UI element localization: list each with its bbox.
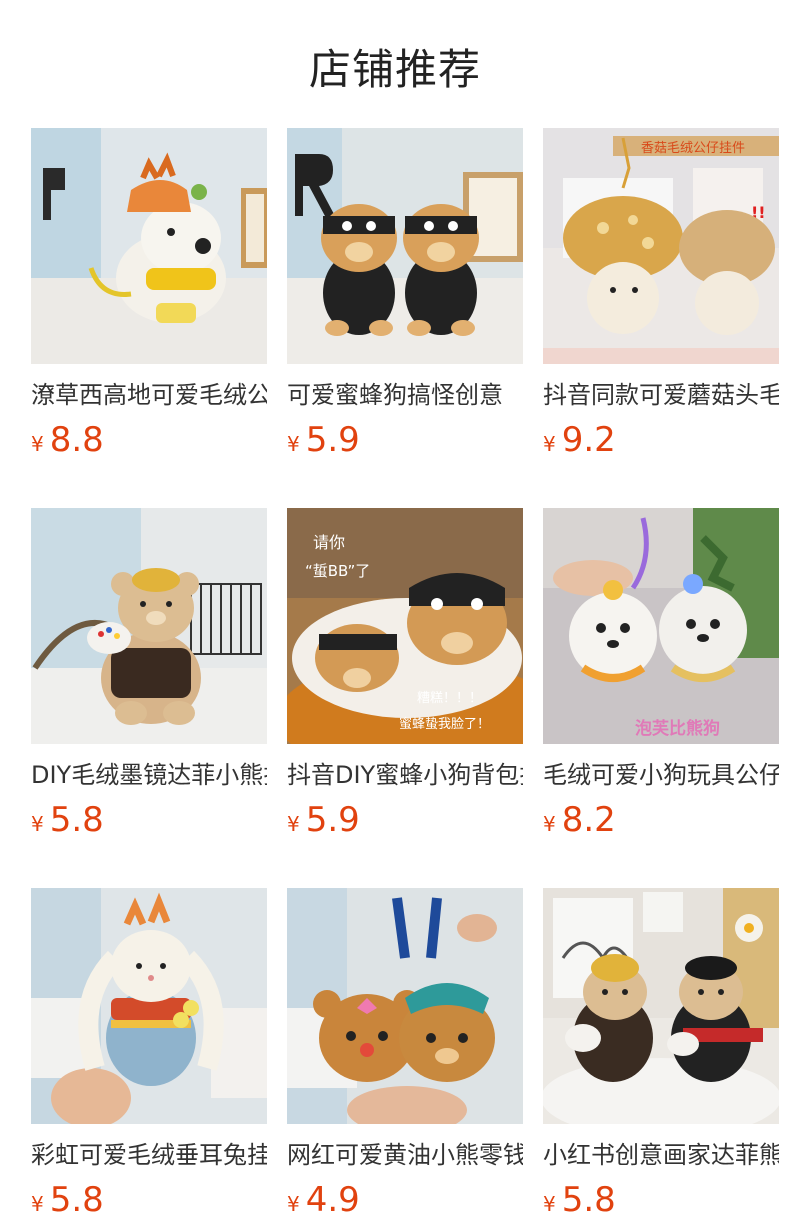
section-title: 店铺推荐	[308, 45, 481, 94]
product-card[interactable]: 香菇毛绒公仔挂件 !! 抖音同款可爱蘑菇头毛绒公仔挂件 ¥9.2	[543, 128, 779, 460]
product-image[interactable]: 请你 “蜇BB”了 糟糕！！！ 蜜蜂蛰我脸了！	[287, 508, 523, 744]
white-puppy-image: 泡芙比熊狗	[543, 508, 779, 744]
image-caption: 香菇毛绒公仔挂件	[641, 141, 745, 156]
currency-symbol: ¥	[543, 1192, 556, 1216]
product-image[interactable]: 泡芙比熊狗	[543, 508, 779, 744]
price-value: 4.9	[305, 1180, 360, 1220]
currency-symbol: ¥	[31, 432, 44, 456]
product-name[interactable]: 抖音DIY蜜蜂小狗背包挂件	[287, 760, 523, 790]
price-value: 5.8	[49, 1180, 104, 1220]
price-value: 9.2	[561, 420, 616, 460]
currency-symbol: ¥	[287, 812, 300, 836]
price-value: 5.8	[561, 1180, 616, 1220]
painter-duffy-pair-image	[543, 888, 779, 1124]
image-caption: 蜜蜂蛰我脸了！	[399, 717, 490, 732]
rainbow-bunny-image	[31, 888, 267, 1124]
westie-plush-image	[31, 128, 267, 364]
price-value: 8.8	[49, 420, 104, 460]
product-name[interactable]: 抖音同款可爱蘑菇头毛绒公仔挂件	[543, 380, 779, 410]
product-name[interactable]: 潦草西高地可爱毛绒公仔挂件	[31, 380, 267, 410]
duffy-painter-bear-image	[31, 508, 267, 744]
butter-bear-purse-image	[287, 888, 523, 1124]
product-price: ¥8.8	[31, 420, 267, 460]
product-name[interactable]: 毛绒可爱小狗玩具公仔挂件	[543, 760, 779, 790]
product-image[interactable]: 香菇毛绒公仔挂件 !!	[543, 128, 779, 364]
product-grid: 潦草西高地可爱毛绒公仔挂件 ¥8.8	[31, 128, 781, 1220]
currency-symbol: ¥	[287, 1192, 300, 1216]
product-price: ¥5.9	[287, 800, 523, 840]
product-image[interactable]	[543, 888, 779, 1124]
image-caption: 糟糕！！！	[417, 691, 482, 706]
currency-symbol: ¥	[31, 1192, 44, 1216]
price-value: 8.2	[561, 800, 616, 840]
product-price: ¥4.9	[287, 1180, 523, 1220]
product-price: ¥5.8	[31, 1180, 267, 1220]
product-name[interactable]: DIY毛绒墨镜达菲小熊挂件	[31, 760, 267, 790]
currency-symbol: ¥	[543, 812, 556, 836]
price-value: 5.9	[305, 800, 360, 840]
product-name[interactable]: 小红书创意画家达菲熊挂件	[543, 1140, 779, 1170]
currency-symbol: ¥	[287, 432, 300, 456]
product-price: ¥9.2	[543, 420, 779, 460]
product-name[interactable]: 彩虹可爱毛绒垂耳兔挂件	[31, 1140, 267, 1170]
bee-dog-pair-image	[287, 128, 523, 364]
image-caption: 泡芙比熊狗	[635, 718, 720, 739]
product-image[interactable]	[287, 128, 523, 364]
product-price: ¥5.8	[543, 1180, 779, 1220]
currency-symbol: ¥	[543, 432, 556, 456]
product-card[interactable]: DIY毛绒墨镜达菲小熊挂件 ¥5.8	[31, 508, 267, 840]
product-price: ¥8.2	[543, 800, 779, 840]
product-card[interactable]: 小红书创意画家达菲熊挂件 ¥5.8	[543, 888, 779, 1220]
price-value: 5.8	[49, 800, 104, 840]
product-price: ¥5.8	[31, 800, 267, 840]
mushroom-plush-image: 香菇毛绒公仔挂件 !!	[543, 128, 779, 364]
price-value: 5.9	[305, 420, 360, 460]
currency-symbol: ¥	[31, 812, 44, 836]
image-caption: 请你	[313, 533, 345, 552]
bee-dog-table-image: 请你 “蜇BB”了 糟糕！！！ 蜜蜂蛰我脸了！	[287, 508, 523, 744]
product-card[interactable]: 请你 “蜇BB”了 糟糕！！！ 蜜蜂蛰我脸了！ 抖音DIY蜜蜂小狗背包挂件 ¥5…	[287, 508, 523, 840]
image-caption: “蜇BB”了	[305, 562, 370, 580]
product-image[interactable]	[287, 888, 523, 1124]
product-price: ¥5.9	[287, 420, 523, 460]
product-card[interactable]: 可爱蜜蜂狗搞怪创意 ¥5.9	[287, 128, 523, 460]
product-image[interactable]	[31, 508, 267, 744]
product-card[interactable]: 彩虹可爱毛绒垂耳兔挂件 ¥5.8	[31, 888, 267, 1220]
product-card[interactable]: 网红可爱黄油小熊零钱包挂件 ¥4.9	[287, 888, 523, 1220]
product-card[interactable]: 泡芙比熊狗 毛绒可爱小狗玩具公仔挂件 ¥8.2	[543, 508, 779, 840]
product-image[interactable]	[31, 128, 267, 364]
product-name[interactable]: 可爱蜜蜂狗搞怪创意	[287, 380, 523, 410]
product-image[interactable]	[31, 888, 267, 1124]
product-name[interactable]: 网红可爱黄油小熊零钱包挂件	[287, 1140, 523, 1170]
product-card[interactable]: 潦草西高地可爱毛绒公仔挂件 ¥8.8	[31, 128, 267, 460]
